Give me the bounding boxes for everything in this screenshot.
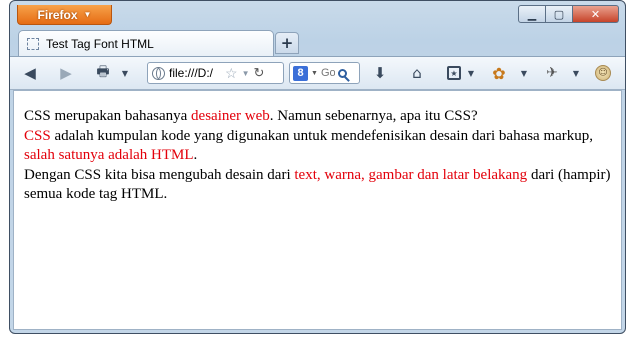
chevron-down-icon[interactable]: ▼ [242, 69, 250, 78]
paragraph-text: . Namun sebenarnya, apa itu CSS? [269, 108, 478, 124]
url-bar[interactable]: file:///D:/ ☆ ▼ ↻ [147, 62, 284, 84]
search-input[interactable]: Go [321, 67, 335, 79]
tab-title: Test Tag Font HTML [46, 36, 154, 51]
highlight-text: CSS [24, 127, 51, 144]
back-icon[interactable]: ◀ [20, 63, 40, 83]
page-content: CSS merupakan bahasanya desainer web. Na… [13, 90, 622, 330]
browser-window: Firefox ▼ ▁ ▢ ✕ Test Tag Font HTML + ◀ ▶… [9, 0, 626, 334]
tab-active[interactable]: Test Tag Font HTML [18, 30, 274, 56]
addon-icon[interactable]: ✈ [541, 63, 563, 83]
star-icon[interactable]: ☆ [225, 65, 238, 82]
search-icon[interactable] [337, 68, 347, 78]
chevron-down-icon[interactable]: ▼ [120, 63, 130, 83]
home-icon[interactable]: ⌂ [407, 63, 427, 83]
new-tab-button[interactable]: + [275, 32, 299, 54]
url-input[interactable]: file:///D:/ [169, 66, 221, 80]
google-icon[interactable]: 8 [293, 65, 308, 81]
firefox-menu-label: Firefox [37, 7, 78, 22]
chevron-down-icon[interactable]: ▼ [571, 63, 581, 83]
forward-icon[interactable]: ▶ [56, 63, 76, 83]
print-icon[interactable]: 🖶 [92, 63, 114, 83]
search-bar[interactable]: 8 ▼ Go [289, 62, 360, 84]
reload-icon[interactable]: ↻ [253, 65, 264, 81]
highlight-text: desainer web [191, 108, 270, 124]
paragraph-text: Dengan CSS kita bisa mengubah desain dar… [24, 166, 295, 183]
firefox-menu-button[interactable]: Firefox ▼ [17, 5, 112, 25]
highlight-text: text, warna, gambar dan latar belakang [294, 166, 528, 183]
globe-icon [152, 66, 165, 80]
page-icon [27, 37, 39, 50]
chevron-down-icon: ▼ [83, 10, 92, 19]
navigation-toolbar: ◀ ▶ 🖶 ▼ file:///D:/ ☆ ▼ ↻ 8 ▼ Go ⬇ ⌂ ★ ▼… [10, 56, 625, 90]
highlight-text: salah satunya adalah HTML [24, 147, 194, 163]
paragraph-text: CSS merupakan bahasanya [24, 108, 192, 124]
chevron-down-icon[interactable]: ▼ [311, 70, 318, 77]
bookmarks-icon[interactable]: ★ [443, 63, 465, 83]
close-button[interactable]: ✕ [573, 5, 619, 23]
smiley-icon[interactable]: ☺ [593, 63, 613, 83]
addon-icon[interactable]: ✿ [488, 63, 510, 83]
paragraph-text: . [193, 147, 198, 163]
chevron-down-icon[interactable]: ▼ [519, 63, 529, 83]
maximize-button[interactable]: ▢ [546, 5, 573, 23]
download-icon[interactable]: ⬇ [370, 63, 390, 83]
paragraph-text: adalah kumpulan kode yang digunakan untu… [50, 127, 594, 144]
chevron-down-icon[interactable]: ▼ [466, 63, 476, 83]
window-controls: ▁ ▢ ✕ [518, 5, 619, 23]
minimize-button[interactable]: ▁ [518, 5, 546, 23]
